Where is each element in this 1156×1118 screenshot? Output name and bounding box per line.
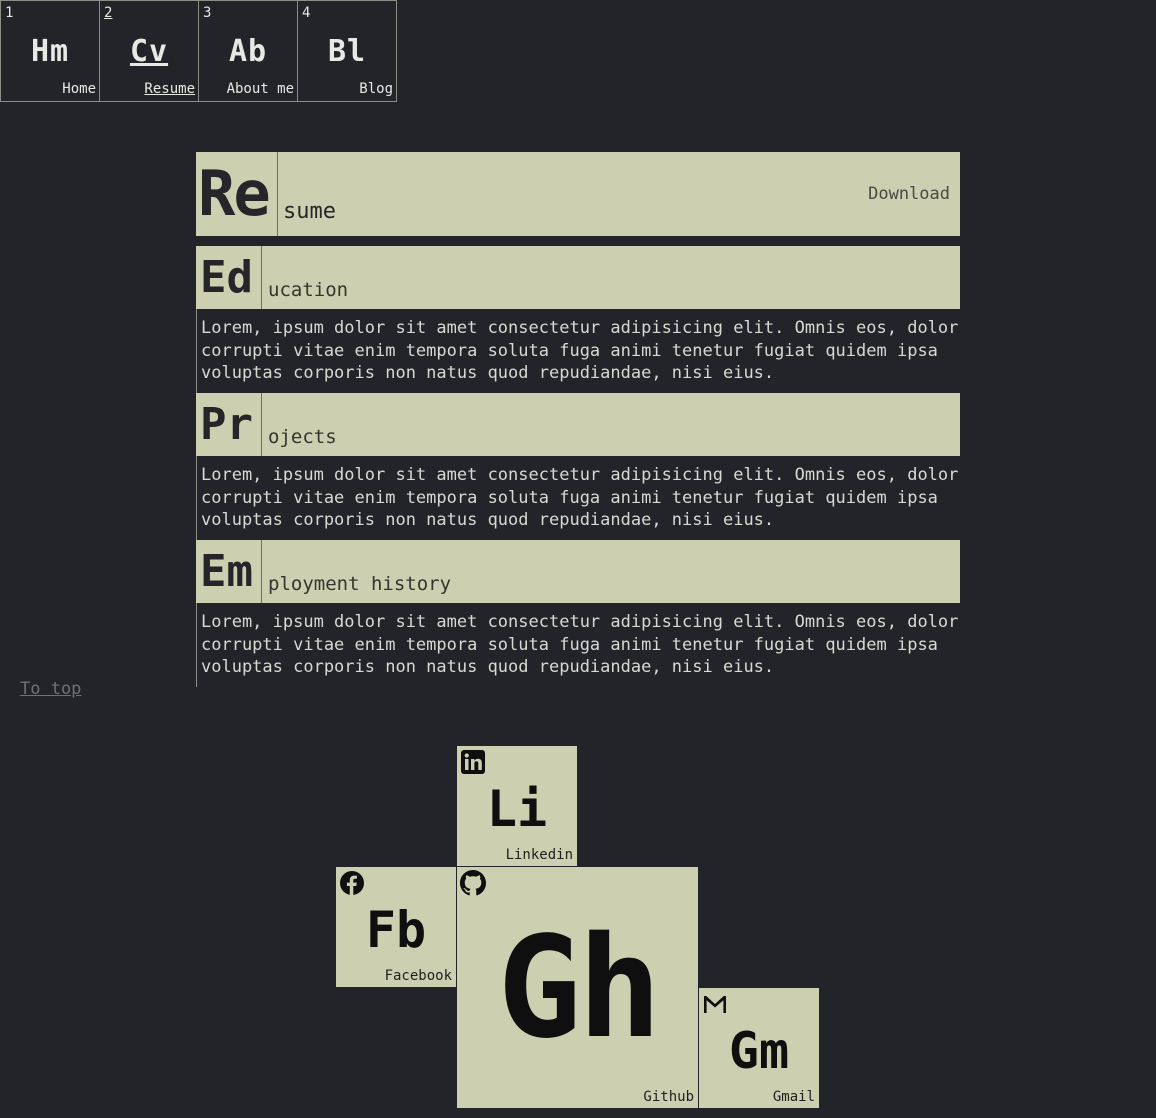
gmail-tile[interactable]: Gm Gmail — [699, 988, 819, 1108]
nav-number: 3 — [203, 5, 212, 21]
facebook-tile[interactable]: Fb Facebook — [336, 867, 456, 987]
github-tile[interactable]: Gh Github — [457, 867, 698, 1108]
gmail-icon — [702, 991, 728, 1017]
section-employment-history: Em ployment history Lorem, ipsum dolor s… — [196, 540, 960, 687]
tile-label: Linkedin — [505, 847, 573, 863]
resume-symbol: Re — [196, 152, 278, 236]
nav-number: 1 — [5, 5, 14, 21]
tile-symbol: Gh — [497, 907, 662, 1070]
tile-label: Facebook — [384, 968, 452, 984]
section-title-rest: ojects — [268, 426, 337, 448]
nav-label: About me — [226, 81, 294, 97]
tile-symbol: Fb — [365, 901, 427, 959]
section-header: Ed ucation — [196, 246, 960, 309]
section-header: Em ployment history — [196, 540, 960, 603]
linkedin-tile[interactable]: Li Linkedin — [457, 746, 577, 866]
nav-number: 4 — [302, 5, 311, 21]
nav-label: Resume — [144, 81, 195, 97]
nav-symbol: Ab — [228, 34, 268, 69]
nav-number: 2 — [104, 5, 113, 21]
resume-header: Re sume Download — [196, 152, 960, 236]
linkedin-icon — [460, 749, 486, 775]
facebook-icon — [339, 870, 365, 896]
nav-symbol: Bl — [327, 34, 367, 69]
resume-title-rest: sume — [283, 199, 336, 224]
nav-label: Blog — [359, 81, 393, 97]
download-link[interactable]: Download — [868, 184, 950, 204]
section-header: Pr ojects — [196, 393, 960, 456]
tile-label: Github — [643, 1089, 694, 1105]
section-title-rest: ucation — [268, 279, 349, 301]
section-body: Lorem, ipsum dolor sit amet consectetur … — [196, 309, 960, 393]
nav-symbol: Cv — [129, 34, 169, 69]
resume-content: Re sume Download Ed ucation Lorem, ipsum… — [196, 152, 960, 687]
nav-tile-resume[interactable]: 2 Cv Resume — [99, 0, 199, 102]
nav-tile-home[interactable]: 1 Hm Home — [0, 0, 100, 102]
section-symbol: Pr — [196, 393, 262, 456]
nav-tile-about[interactable]: 3 Ab About me — [198, 0, 298, 102]
section-title-rest: ployment history — [268, 573, 452, 595]
top-nav: 1 Hm Home 2 Cv Resume 3 Ab About me 4 Bl… — [0, 0, 397, 102]
section-body: Lorem, ipsum dolor sit amet consectetur … — [196, 456, 960, 540]
github-icon — [460, 870, 486, 896]
tile-label: Gmail — [772, 1089, 815, 1105]
section-body: Lorem, ipsum dolor sit amet consectetur … — [196, 603, 960, 687]
nav-tile-blog[interactable]: 4 Bl Blog — [297, 0, 397, 102]
tile-symbol: Gm — [728, 1022, 790, 1080]
section-education: Ed ucation Lorem, ipsum dolor sit amet c… — [196, 246, 960, 393]
nav-label: Home — [62, 81, 96, 97]
to-top-link[interactable]: To top — [20, 679, 81, 699]
section-projects: Pr ojects Lorem, ipsum dolor sit amet co… — [196, 393, 960, 540]
section-symbol: Em — [196, 540, 262, 603]
section-symbol: Ed — [196, 246, 262, 309]
tile-symbol: Li — [486, 780, 548, 838]
nav-symbol: Hm — [30, 34, 70, 69]
